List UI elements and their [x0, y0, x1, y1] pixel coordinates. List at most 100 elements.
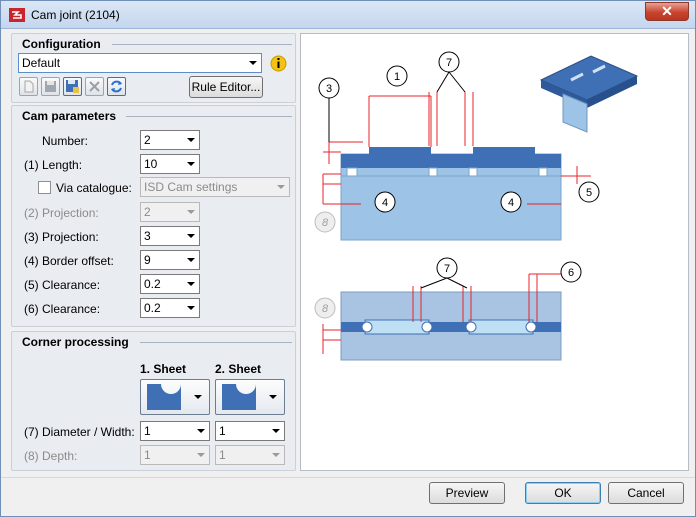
round-corner-notch-icon: [222, 384, 277, 410]
sheet1-header: 1. Sheet: [140, 362, 187, 376]
border-offset-select[interactable]: 9: [140, 250, 200, 270]
sheet2-corner-type-button[interactable]: [215, 379, 285, 415]
clearance6-value: 0.2: [144, 301, 161, 315]
clearance5-select[interactable]: 0.2: [140, 274, 200, 294]
configuration-title: Configuration: [22, 37, 101, 51]
number-value: 2: [144, 133, 151, 147]
preview-button[interactable]: Preview: [429, 482, 505, 504]
callout-8a-label: 8: [322, 217, 329, 229]
callout-7a: 7: [438, 51, 460, 73]
border-offset-label: (4) Border offset:: [24, 254, 114, 268]
chevron-down-icon: [182, 251, 199, 269]
cam-joint-dialog: Cam joint (2104) ✕ Configuration Default: [0, 0, 696, 517]
chevron-down-icon: [272, 178, 289, 196]
sheet2-diameter-select[interactable]: 1: [215, 421, 285, 441]
length-select[interactable]: 10: [140, 154, 200, 174]
chevron-down-icon: [182, 275, 199, 293]
callout-6: 6: [560, 261, 582, 283]
app-logo-icon: [9, 8, 25, 22]
plan-view: [340, 291, 562, 361]
callout-6-label: 6: [568, 267, 574, 279]
chevron-down-icon: [182, 299, 199, 317]
length-value: 10: [144, 157, 158, 171]
number-select[interactable]: 2: [140, 130, 200, 150]
callout-8b-label: 8: [322, 303, 329, 315]
group-divider: [140, 342, 292, 343]
clearance6-select[interactable]: 0.2: [140, 298, 200, 318]
cam-parameters-group: Cam parameters Number: 2 (1) Length: 10 …: [11, 105, 296, 327]
save-disk-icon: [45, 81, 56, 92]
chevron-down-icon: [182, 131, 199, 149]
chevron-down-icon: [267, 446, 284, 464]
catalogue-select[interactable]: ISD Cam settings: [140, 177, 290, 197]
callout-4a: 4: [374, 191, 396, 213]
via-catalogue-label: Via catalogue:: [56, 181, 132, 195]
chevron-down-icon: [267, 422, 284, 440]
callout-4b: 4: [500, 191, 522, 213]
callout-5: 5: [578, 181, 600, 203]
diagram-panel: 1 3 4 4 5 6 7 7 8 8: [300, 33, 689, 471]
projection3-select[interactable]: 3: [140, 226, 200, 246]
section-view: [340, 147, 562, 241]
group-divider: [126, 116, 292, 117]
chevron-down-icon: [192, 422, 209, 440]
sheet1-diameter-value: 1: [144, 424, 151, 438]
via-catalogue-checkbox[interactable]: [38, 181, 51, 194]
delete-config-button[interactable]: [85, 77, 104, 96]
projection3-value: 3: [144, 229, 151, 243]
corner-processing-group: Corner processing 1. Sheet 2. Sheet (7) …: [11, 331, 296, 471]
callout-7b: 7: [436, 257, 458, 279]
chevron-down-icon: [244, 54, 261, 72]
group-divider: [112, 44, 292, 45]
number-label: Number:: [42, 134, 89, 148]
clearance5-label: (5) Clearance:: [24, 278, 101, 292]
refresh-arrows-icon: [111, 80, 122, 93]
border-offset-value: 9: [144, 253, 151, 267]
configuration-select[interactable]: Default: [18, 53, 262, 73]
projection2-label: (2) Projection:: [24, 206, 99, 220]
callout-8a: 8: [314, 211, 336, 233]
projection2-value: 2: [144, 205, 151, 219]
callout-8b: 8: [314, 297, 336, 319]
ok-button[interactable]: OK: [525, 482, 601, 504]
new-config-button[interactable]: [19, 77, 38, 96]
info-icon[interactable]: [270, 55, 287, 72]
callout-7a-label: 7: [446, 57, 452, 69]
new-document-icon: [24, 80, 34, 93]
close-button[interactable]: ✕: [645, 2, 689, 21]
diameter-label: (7) Diameter / Width:: [24, 425, 135, 439]
save-config-button[interactable]: [41, 77, 60, 96]
chevron-down-icon: [182, 155, 199, 173]
sheet1-corner-type-button[interactable]: [140, 379, 210, 415]
title-bar[interactable]: Cam joint (2104) ✕: [1, 1, 695, 29]
depth-label: (8) Depth:: [24, 449, 78, 463]
sheet1-diameter-select[interactable]: 1: [140, 421, 210, 441]
projection2-select[interactable]: 2: [140, 202, 200, 222]
clearance5-value: 0.2: [144, 277, 161, 291]
3d-preview: [539, 55, 639, 133]
configuration-value: Default: [22, 56, 61, 70]
catalogue-value: ISD Cam settings: [144, 180, 238, 194]
rule-editor-button[interactable]: Rule Editor...: [189, 76, 263, 98]
sheet2-depth-select[interactable]: 1: [215, 445, 285, 465]
refresh-config-button[interactable]: [107, 77, 126, 96]
sheet1-depth-value: 1: [144, 448, 151, 462]
window-title: Cam joint (2104): [31, 8, 120, 22]
cam-parameters-title: Cam parameters: [22, 109, 117, 123]
chevron-down-icon: [192, 446, 209, 464]
callout-5-label: 5: [586, 187, 592, 199]
cam-joint-diagram: 1 3 4 4 5 6 7 7 8 8: [314, 51, 639, 361]
cancel-button[interactable]: Cancel: [608, 482, 684, 504]
round-corner-notch-icon: [147, 384, 202, 410]
save-as-config-button[interactable]: [63, 77, 82, 96]
chevron-down-icon: [182, 203, 199, 221]
sheet2-header: 2. Sheet: [215, 362, 262, 376]
callout-4a-label: 4: [382, 197, 388, 209]
delete-x-icon: [89, 81, 100, 92]
save-as-icon: [66, 80, 79, 93]
callout-1-label: 1: [394, 71, 400, 83]
callout-3: 3: [318, 77, 340, 99]
callout-4b-label: 4: [508, 197, 514, 209]
footer-divider: [1, 477, 695, 478]
sheet1-depth-select[interactable]: 1: [140, 445, 210, 465]
